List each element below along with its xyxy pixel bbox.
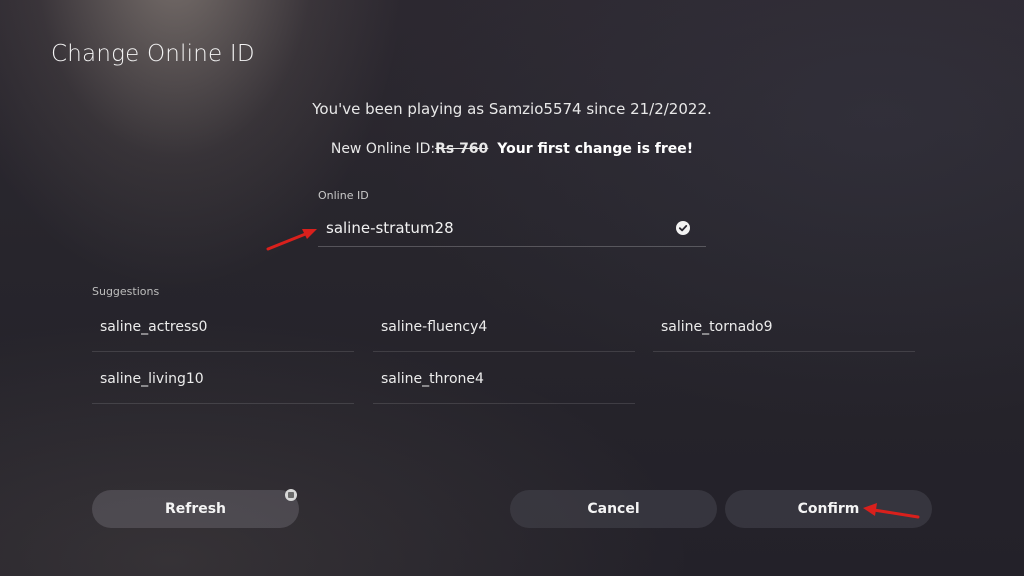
check-circle-icon (676, 221, 690, 235)
annotation-arrow-icon (266, 229, 317, 251)
suggestion-label: saline_throne4 (381, 371, 484, 387)
online-id-input[interactable]: saline-stratum28 (318, 212, 706, 247)
suggestion-item[interactable]: saline-fluency4 (373, 311, 635, 352)
suggestion-label: saline_tornado9 (661, 319, 773, 335)
options-button-icon (285, 489, 297, 501)
price-strikethrough: Rs 760 (435, 141, 489, 157)
suggestion-label: saline-fluency4 (381, 319, 488, 335)
online-id-value: saline-stratum28 (326, 219, 454, 237)
new-id-prefix: New Online ID: (330, 141, 436, 157)
suggestion-item[interactable]: saline_actress0 (92, 311, 354, 352)
refresh-button[interactable]: Refresh (92, 490, 299, 528)
page-title: Change Online ID (51, 41, 255, 67)
new-id-info: New Online ID:Rs 760 Your first change is… (0, 141, 1024, 157)
suggestion-item[interactable]: saline_tornado9 (653, 311, 915, 352)
free-change-text: Your first change is free! (497, 141, 694, 157)
cancel-button[interactable]: Cancel (510, 490, 717, 528)
suggestion-item[interactable]: saline_throne4 (373, 363, 635, 404)
suggestion-label: saline_living10 (100, 371, 204, 387)
suggestion-label: saline_actress0 (100, 319, 208, 335)
suggestions-label: Suggestions (92, 285, 160, 298)
online-id-label: Online ID (318, 189, 369, 202)
annotation-arrow-icon (863, 503, 920, 519)
playing-since-text: You've been playing as Samzio5574 since … (312, 100, 712, 118)
suggestion-item[interactable]: saline_living10 (92, 363, 354, 404)
